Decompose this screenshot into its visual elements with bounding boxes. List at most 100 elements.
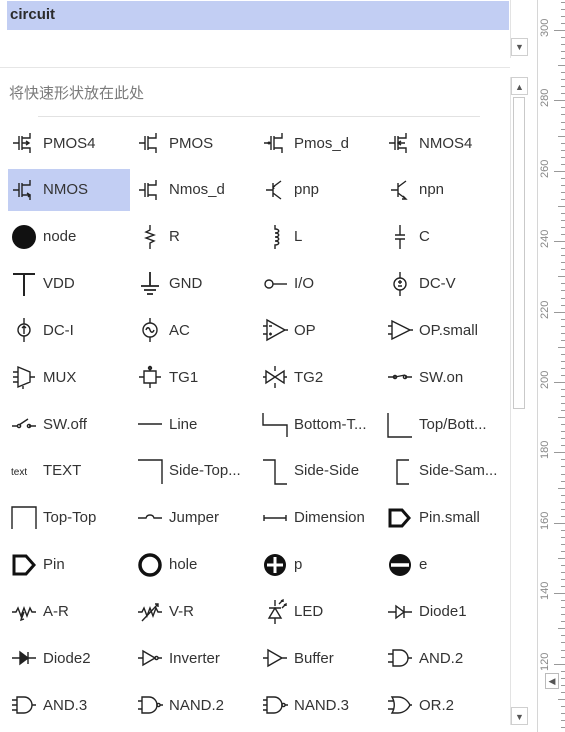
ruler-tick <box>561 121 565 123</box>
scroll-down-button[interactable]: ▼ <box>511 707 528 725</box>
top-top-icon <box>11 505 37 531</box>
ruler-tick <box>561 44 565 46</box>
shape-item-tg2[interactable]: TG2 <box>259 356 381 398</box>
shape-item-node[interactable]: node <box>8 216 130 258</box>
side-side-icon <box>262 458 288 485</box>
shape-item-pnp[interactable]: pnp <box>259 169 381 211</box>
shape-item-op-small[interactable]: OP.small <box>384 309 506 351</box>
shape-item-vdd[interactable]: VDD <box>8 263 130 305</box>
shape-item-dc-v[interactable]: DC-V <box>384 263 506 305</box>
ruler-tick <box>561 156 565 158</box>
shape-label: TG2 <box>294 368 324 386</box>
ruler-tick <box>561 163 565 165</box>
shape-item-diode1[interactable]: Diode1 <box>384 591 506 633</box>
pnp-icon <box>262 177 288 203</box>
mux-icon <box>11 364 37 390</box>
svg-text:text: text <box>11 467 27 478</box>
shape-item-sw-on[interactable]: SW.on <box>384 356 506 398</box>
shape-item-nmos[interactable]: NMOS <box>8 168 130 211</box>
shape-item-e[interactable]: e <box>384 544 506 586</box>
jumper-icon <box>137 505 163 531</box>
shape-item-top-top[interactable]: Top-Top <box>8 497 130 539</box>
scroll-up-button[interactable]: ▲ <box>511 77 528 95</box>
p-icon <box>262 552 288 578</box>
stencil-list-scrollbar[interactable]: ▼ <box>510 0 529 58</box>
shapes-scrollbar[interactable]: ▲ ▼ <box>510 77 528 725</box>
shape-item-a-r[interactable]: A-R <box>8 591 130 633</box>
vertical-ruler: ◀ 300 280 260 240 220 200 180 160 140 120 <box>537 0 565 732</box>
shape-item-top-bott[interactable]: Top/Bott... <box>384 403 506 445</box>
nmos-d-icon <box>137 177 163 203</box>
ruler-tick <box>558 628 565 630</box>
bottom-top-icon <box>262 411 288 438</box>
shape-item-dc-i[interactable]: DC-I <box>8 309 130 351</box>
shape-item-side-top[interactable]: Side-Top... <box>134 450 256 492</box>
shape-item-npn[interactable]: npn <box>384 169 506 211</box>
ruler-tick <box>561 269 565 271</box>
quick-shapes-separator <box>38 116 480 117</box>
opamp-icon <box>262 317 288 343</box>
shape-item-dimension[interactable]: Dimension <box>259 497 381 539</box>
ruler-left-arrow-icon[interactable]: ◀ <box>545 673 559 689</box>
shape-item-ac[interactable]: AC <box>134 309 256 351</box>
shape-item-op[interactable]: OP <box>259 309 381 351</box>
shape-item-nand-2[interactable]: NAND.2 <box>134 684 256 726</box>
ruler-tick <box>554 311 565 313</box>
shape-item-tg1[interactable]: TG1 <box>134 356 256 398</box>
ruler-tick <box>561 227 565 229</box>
shape-item-side-sam[interactable]: Side-Sam... <box>384 450 506 492</box>
shape-item-and-2[interactable]: AND.2 <box>384 637 506 679</box>
shape-item-text[interactable]: text TEXT <box>8 450 130 492</box>
quick-shapes-hint: 将快速形状放在此处 <box>9 85 145 102</box>
buffer-icon <box>262 645 288 671</box>
shape-item-p[interactable]: p <box>259 544 381 586</box>
scrollbar-thumb[interactable] <box>513 97 525 409</box>
ground-icon <box>137 271 163 297</box>
ruler-tick <box>561 515 565 517</box>
shape-item-and-3[interactable]: AND.3 <box>8 684 130 726</box>
shape-item-pmos-d[interactable]: Pmos_d <box>259 122 381 164</box>
stencil-header[interactable]: circuit <box>7 1 509 30</box>
shape-item-pmos[interactable]: PMOS <box>134 122 256 164</box>
shape-item-r[interactable]: R <box>134 216 256 258</box>
shape-item-sw-off[interactable]: SW.off <box>8 403 130 445</box>
shape-item-hole[interactable]: hole <box>134 544 256 586</box>
ruler-tick <box>554 452 565 454</box>
shape-item-nmos-d[interactable]: Nmos_d <box>134 169 256 211</box>
ruler-tick <box>561 431 565 433</box>
shape-item-i-o[interactable]: I/O <box>259 263 381 305</box>
shape-item-nand-3[interactable]: NAND.3 <box>259 684 381 726</box>
scroll-down-button[interactable]: ▼ <box>511 38 528 56</box>
ruler-tick <box>558 135 565 137</box>
side-top-icon <box>137 458 163 484</box>
shape-label: TEXT <box>43 462 82 480</box>
ruler-tick <box>561 705 565 707</box>
shape-item-bottom-t[interactable]: Bottom-T... <box>259 403 381 445</box>
tg2-icon <box>262 364 288 390</box>
shape-item-buffer[interactable]: Buffer <box>259 637 381 679</box>
ruler-tick <box>561 459 565 461</box>
shape-item-led[interactable]: LED <box>259 591 381 633</box>
shape-item-nmos4[interactable]: NMOS4 <box>384 122 506 164</box>
shape-item-pin[interactable]: Pin <box>8 544 130 586</box>
ruler-tick <box>561 255 565 257</box>
shape-item-pin-small[interactable]: Pin.small <box>384 497 506 539</box>
shape-item-inverter[interactable]: Inverter <box>134 637 256 679</box>
opamp-small-icon <box>387 317 413 343</box>
shape-item-c[interactable]: C <box>384 216 506 258</box>
shape-item-pmos4[interactable]: PMOS4 <box>8 122 130 164</box>
shape-item-mux[interactable]: MUX <box>8 356 130 398</box>
shape-item-l[interactable]: L <box>259 216 381 258</box>
shape-item-line[interactable]: Line <box>134 403 256 445</box>
ruler-tick <box>561 22 565 24</box>
shape-item-side-side[interactable]: Side-Side <box>259 450 381 492</box>
shape-item-gnd[interactable]: GND <box>134 263 256 305</box>
shape-item-v-r[interactable]: V-R <box>134 591 256 633</box>
shape-label: Top/Bott... <box>419 415 487 433</box>
shape-item-jumper[interactable]: Jumper <box>134 497 256 539</box>
ruler-tick <box>554 522 565 524</box>
shape-label: OP.small <box>419 321 478 339</box>
shape-label: Dimension <box>294 509 365 527</box>
shape-item-or-2[interactable]: OR.2 <box>384 684 506 726</box>
shape-item-diode2[interactable]: Diode2 <box>8 637 130 679</box>
